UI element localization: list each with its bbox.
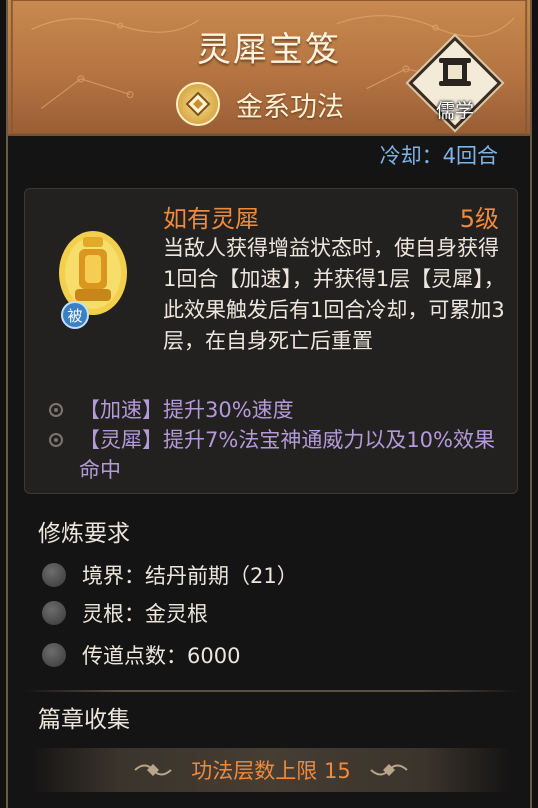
passive-tag: 被	[61, 301, 89, 329]
layer-limit-label: 功法层数上限 15	[191, 759, 351, 783]
requirement-item: 传道点数：6000	[42, 640, 240, 670]
status-dot-icon	[42, 601, 66, 625]
swirl-bullet-icon	[49, 433, 63, 447]
skill-type: 金系功法	[176, 82, 344, 126]
skill-description: 当敌人获得增益状态时，使自身获得1回合【加速】，并获得1层【灵犀】，此效果触发后…	[163, 236, 505, 353]
requirement-text: 传道点数：6000	[82, 644, 241, 668]
cooldown-text: 冷却：4回合	[379, 144, 498, 168]
effect-row: 【灵犀】提升7%法宝神通威力以及10%效果命中	[45, 425, 509, 485]
skill-name: 如有灵犀	[163, 205, 259, 233]
skill-type-label: 金系功法	[236, 91, 344, 123]
skill-card: 被 如有灵犀 5级 当敌人获得增益状态时，使自身获得1回合【加速】，并获得1层【…	[24, 188, 518, 494]
section-divider	[24, 690, 518, 692]
layer-limit-bar: 功法层数上限 15	[32, 748, 510, 792]
requirement-item: 境界：结丹前期（21）	[42, 560, 298, 590]
panel-header: 灵犀宝笈 金系功法 儒学	[8, 0, 530, 136]
swirl-bullet-icon	[49, 403, 63, 417]
requirement-item: 灵根：金灵根	[42, 598, 208, 628]
skill-level: 5级	[459, 205, 499, 233]
status-dot-icon	[42, 563, 66, 587]
item-detail-panel: 灵犀宝笈 金系功法 儒学 冷却：4回合 被 如有灵犀 5级 当敌人获得增益状态时…	[6, 0, 532, 808]
requirement-text: 境界：结丹前期（21）	[82, 564, 298, 588]
effect-text: 【灵犀】提升7%法宝神通威力以及10%效果命中	[79, 428, 495, 482]
metal-element-icon	[176, 82, 220, 126]
requirements-title: 修炼要求	[38, 521, 130, 547]
effect-text: 【加速】提升30%速度	[79, 398, 294, 422]
requirement-text: 灵根：金灵根	[82, 602, 208, 626]
ornament-left-icon	[134, 764, 172, 776]
collection-title: 篇章收集	[38, 707, 130, 733]
ornament-right-icon	[370, 764, 408, 776]
scroll-icon	[439, 58, 471, 86]
effect-row: 【加速】提升30%速度	[45, 395, 509, 425]
school-label: 儒学	[435, 100, 474, 122]
status-dot-icon	[42, 643, 66, 667]
